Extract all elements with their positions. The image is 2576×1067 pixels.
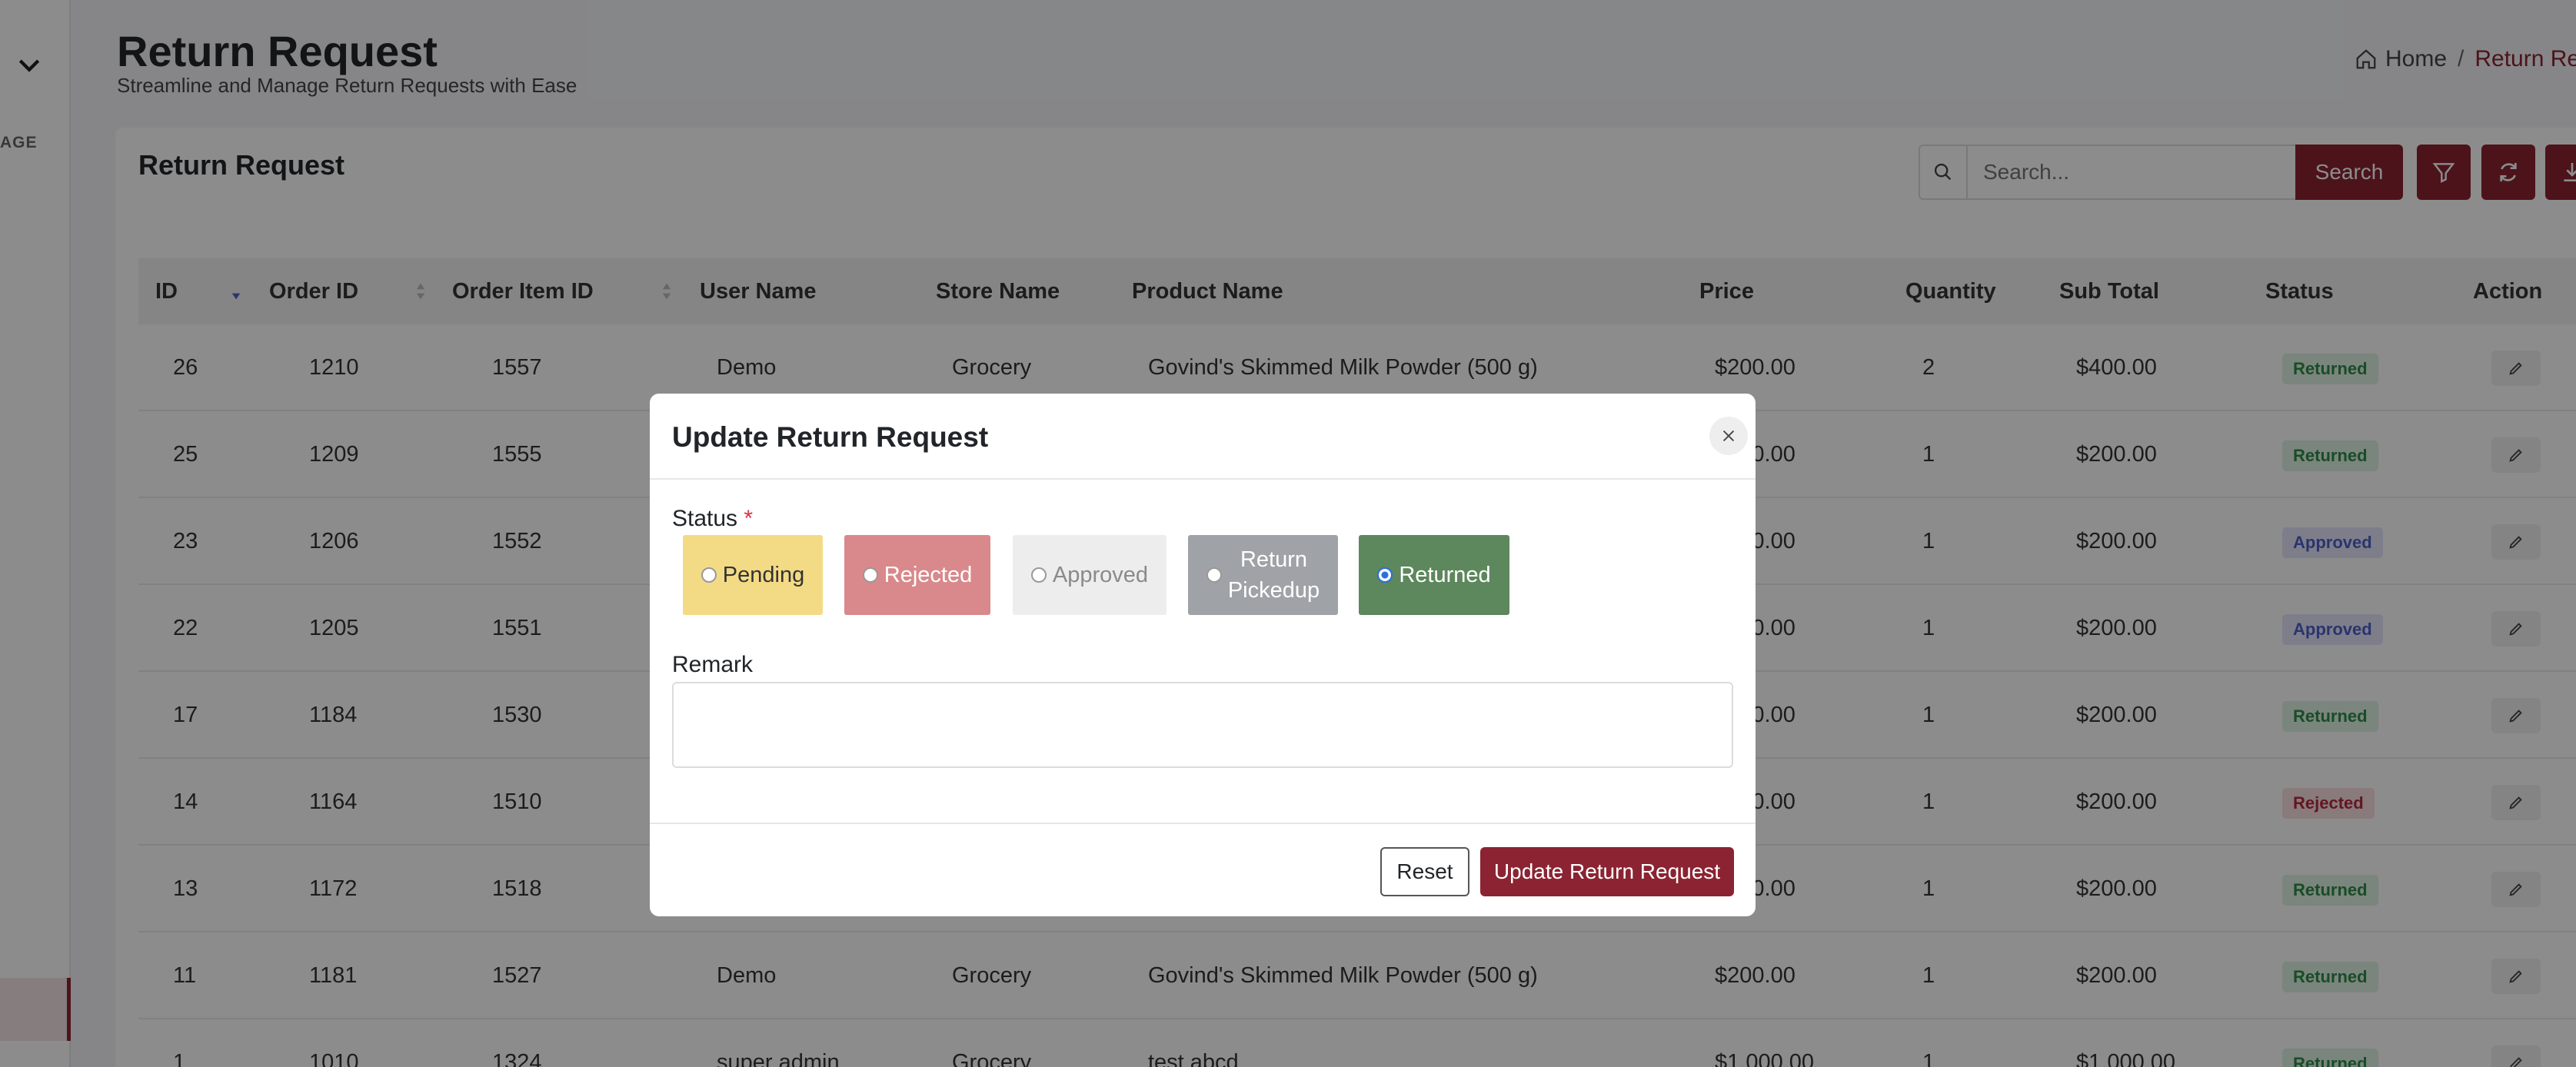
reset-button[interactable]: Reset [1380,847,1469,896]
status-option-label: Pending [722,563,805,587]
status-option-line1: Return [1240,547,1308,572]
radio-approved[interactable] [1030,567,1047,583]
status-option-label: Return Pickedup [1228,544,1320,606]
close-button[interactable] [1709,417,1748,455]
radio-returned-selected[interactable] [1377,567,1393,583]
close-icon [1722,430,1735,442]
status-option-label: Returned [1399,563,1491,587]
status-option-rejected[interactable]: Rejected [844,535,990,615]
modal-header: Update Return Request [650,394,1756,480]
status-option-pending[interactable]: Pending [683,535,823,615]
status-option-return-pickedup[interactable]: Return Pickedup [1188,535,1338,615]
update-return-request-modal: Update Return Request Status * Pending R… [650,394,1756,916]
status-option-returned[interactable]: Returned [1359,535,1509,615]
status-option-label: Approved [1052,563,1149,587]
update-return-request-button[interactable]: Update Return Request [1480,847,1734,896]
radio-pending[interactable] [701,567,717,583]
radio-rejected[interactable] [862,567,878,583]
remark-textarea[interactable] [672,682,1733,768]
remark-label: Remark [672,652,754,677]
status-option-line2: Pickedup [1227,578,1320,603]
modal-title: Update Return Request [672,421,989,453]
status-label-text: Status [672,506,738,531]
status-label: Status * [672,506,753,532]
status-option-approved[interactable]: Approved [1013,535,1167,615]
required-mark: * [744,506,754,531]
radio-return-pickedup[interactable] [1206,567,1222,583]
status-option-label: Rejected [884,563,973,587]
modal-footer: Reset Update Return Request [650,823,1756,916]
